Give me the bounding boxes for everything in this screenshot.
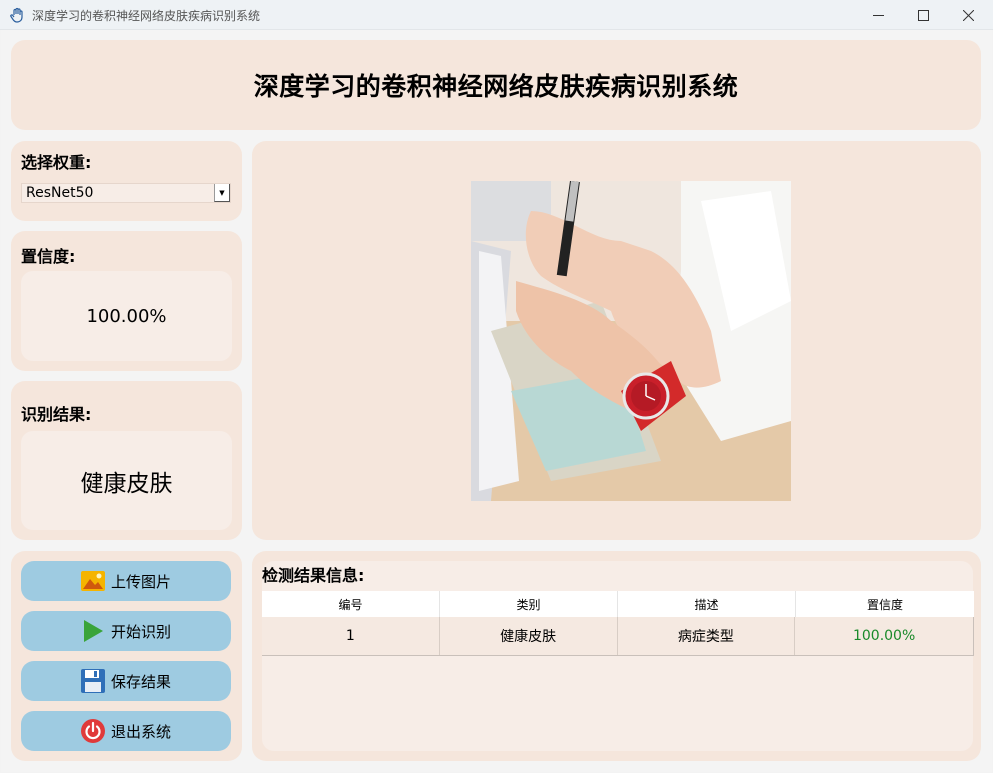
result-display: 健康皮肤 — [21, 431, 232, 530]
page-title: 深度学习的卷积神经网络皮肤疾病识别系统 — [253, 72, 739, 101]
weight-select[interactable]: ResNet50 ▼ — [21, 183, 231, 203]
weight-label: 选择权重: — [21, 153, 92, 172]
minimize-icon — [872, 14, 884, 16]
cell-description: 病症类型 — [618, 617, 796, 655]
close-icon — [962, 9, 974, 21]
column-header-category[interactable]: 类别 — [440, 591, 618, 617]
cell-confidence: 100.00% — [852, 628, 916, 644]
weight-select-value: ResNet50 — [26, 185, 94, 201]
input-image — [471, 181, 791, 501]
confidence-value: 100.00% — [86, 305, 167, 327]
hand-icon — [10, 7, 23, 23]
start-recognition-button[interactable]: 开始识别 — [21, 611, 231, 651]
image-icon — [80, 569, 105, 593]
weight-panel: 选择权重: ResNet50 ▼ — [11, 141, 242, 221]
column-header-id[interactable]: 编号 — [262, 591, 440, 617]
column-header-description[interactable]: 描述 — [618, 591, 796, 617]
window-title: 深度学习的卷积神经网络皮肤疾病识别系统 — [32, 9, 261, 23]
table-header: 编号 类别 描述 置信度 — [262, 591, 974, 617]
app-client-area: 深度学习的卷积神经网络皮肤疾病识别系统 选择权重: ResNet50 ▼ 置信度… — [1, 30, 992, 772]
confidence-display: 100.00% — [21, 271, 232, 361]
confidence-label: 置信度: — [21, 247, 76, 266]
header-panel: 深度学习的卷积神经网络皮肤疾病识别系统 — [11, 40, 981, 130]
column-header-confidence[interactable]: 置信度 — [796, 591, 974, 617]
result-panel: 识别结果: 健康皮肤 — [11, 381, 242, 540]
exit-system-button[interactable]: 退出系统 — [21, 711, 231, 751]
chevron-down-icon[interactable]: ▼ — [214, 184, 230, 202]
upload-image-label: 上传图片 — [110, 572, 171, 591]
results-inner — [262, 561, 973, 751]
start-recognition-label: 开始识别 — [110, 622, 171, 641]
cell-id: 1 — [262, 617, 440, 655]
results-panel: 检测结果信息: 编号 类别 描述 置信度 1 健康皮肤 病症类型 100.00% — [252, 551, 981, 761]
save-result-button[interactable]: 保存结果 — [21, 661, 231, 701]
maximize-icon — [917, 9, 929, 21]
result-value: 健康皮肤 — [80, 470, 173, 497]
save-result-label: 保存结果 — [110, 672, 171, 691]
window-titlebar: 深度学习的卷积神经网络皮肤疾病识别系统 — [0, 0, 993, 30]
power-icon — [80, 719, 105, 743]
maximize-button[interactable] — [900, 0, 946, 30]
cell-category: 健康皮肤 — [440, 617, 618, 655]
confidence-panel: 置信度: 100.00% — [11, 231, 242, 371]
exit-system-label: 退出系统 — [110, 722, 171, 741]
table-row[interactable]: 1 健康皮肤 病症类型 100.00% — [262, 617, 974, 656]
floppy-disk-icon — [80, 669, 105, 693]
image-panel — [252, 141, 981, 540]
upload-image-button[interactable]: 上传图片 — [21, 561, 231, 601]
buttons-panel: 上传图片 开始识别 保存结果 退出系统 — [11, 551, 242, 761]
results-label: 检测结果信息: — [262, 566, 365, 585]
result-label: 识别结果: — [21, 405, 92, 424]
minimize-button[interactable] — [855, 0, 901, 30]
close-button[interactable] — [945, 0, 991, 30]
results-table: 编号 类别 描述 置信度 1 健康皮肤 病症类型 100.00% — [262, 591, 974, 656]
play-icon — [81, 619, 105, 643]
